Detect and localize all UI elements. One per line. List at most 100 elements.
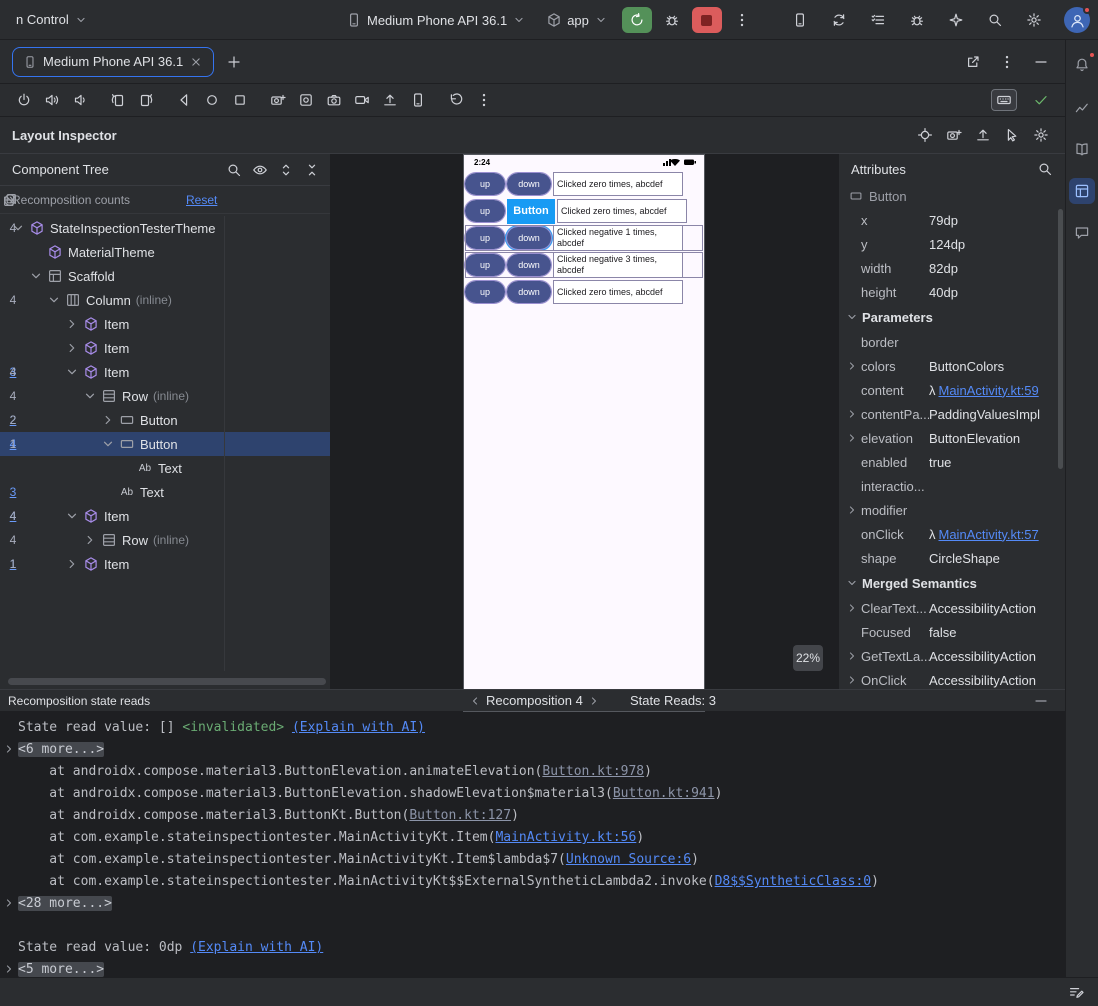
new-tab-button[interactable] — [222, 50, 246, 74]
screen-record-button[interactable] — [294, 88, 318, 112]
disable-counts-button[interactable] — [0, 190, 20, 210]
search-everywhere-button[interactable] — [983, 8, 1007, 32]
next-recomposition-button[interactable] — [587, 694, 601, 708]
up-button[interactable]: up — [464, 199, 506, 223]
console-link[interactable]: Button.kt:127 — [409, 808, 511, 823]
console-link[interactable]: Button.kt:978 — [542, 764, 644, 779]
down-button[interactable]: down — [506, 226, 552, 250]
open-in-window-button[interactable] — [961, 50, 985, 74]
down-button[interactable]: down — [506, 253, 552, 277]
expander-icon[interactable] — [2, 896, 17, 911]
console-link[interactable]: (Explain with AI) — [292, 720, 425, 735]
debug-button[interactable] — [660, 8, 684, 32]
attr-value-link[interactable]: MainActivity.kt:57 — [939, 527, 1039, 542]
android-home-button[interactable] — [200, 88, 224, 112]
tree-horizontal-scrollbar[interactable] — [8, 678, 326, 685]
tree-row[interactable]: Item — [0, 312, 330, 336]
tree-row[interactable]: Column (inline) 4 — [0, 288, 330, 312]
chevron-right-icon[interactable] — [64, 340, 80, 356]
power-button[interactable] — [12, 88, 36, 112]
console-link[interactable]: Unknown Source:6 — [566, 852, 691, 867]
attr-section-header[interactable]: Parameters — [839, 304, 1065, 330]
todo-icon[interactable] — [866, 8, 890, 32]
expander-icon[interactable] — [2, 742, 17, 757]
tree-row[interactable]: StateInspectionTesterTheme 4 — [0, 216, 330, 240]
chevron-down-icon[interactable] — [82, 388, 98, 404]
chevron-right-icon[interactable] — [100, 412, 116, 428]
tree-row[interactable]: Button 2 2 — [0, 408, 330, 432]
chevron-right-icon[interactable] — [64, 556, 80, 572]
down-button[interactable]: down — [506, 172, 552, 196]
up-button[interactable]: up — [464, 253, 506, 277]
device-mirror-icon[interactable] — [788, 8, 812, 32]
inspector-settings-button[interactable] — [1029, 123, 1053, 147]
tree-row[interactable]: Scaffold — [0, 264, 330, 288]
device-screen[interactable]: 2:24 up down Clicked zero times, abcdef up B… — [463, 154, 705, 712]
chevron-right-icon[interactable] — [845, 407, 859, 421]
gemini-icon[interactable] — [944, 8, 968, 32]
expand-all-button[interactable] — [274, 158, 298, 182]
export-snapshot-button[interactable] — [971, 123, 995, 147]
volume-up-button[interactable] — [40, 88, 64, 112]
chevron-down-icon[interactable] — [64, 508, 80, 524]
chevron-right-icon[interactable] — [845, 673, 859, 687]
zoom-level-badge[interactable]: 22% — [793, 645, 824, 671]
collapse-all-button[interactable] — [300, 158, 324, 182]
device-selector[interactable]: Medium Phone API 36.1 — [340, 6, 532, 34]
settings-button[interactable] — [1022, 8, 1046, 32]
rotate-right-button[interactable] — [134, 88, 158, 112]
search-attributes-button[interactable] — [1033, 157, 1057, 181]
prev-recomposition-button[interactable] — [468, 694, 482, 708]
tree-row[interactable]: Item 3 4 — [0, 360, 330, 384]
rerun-button[interactable] — [621, 7, 652, 33]
event-log-button[interactable] — [1064, 980, 1088, 1004]
android-back-button[interactable] — [172, 88, 196, 112]
view-options-button[interactable] — [248, 158, 272, 182]
tree-row[interactable]: Item 1 1 — [0, 552, 330, 576]
recomposition-count[interactable]: 3 — [0, 485, 26, 499]
reset-button[interactable] — [444, 88, 468, 112]
layout-inspector-button[interactable] — [1069, 178, 1095, 204]
stop-button[interactable] — [691, 7, 722, 33]
attr-value-link[interactable]: MainActivity.kt:59 — [939, 383, 1039, 398]
android-overview-button[interactable] — [228, 88, 252, 112]
tree-row[interactable]: Item 4 4 — [0, 504, 330, 528]
selected-node-overlay[interactable]: Button — [507, 198, 555, 224]
tree-row[interactable]: MaterialTheme — [0, 240, 330, 264]
more-run-actions-button[interactable] — [730, 8, 754, 32]
up-button[interactable]: up — [464, 226, 506, 250]
snapshot-button[interactable] — [942, 123, 966, 147]
rotate-left-button[interactable] — [106, 88, 130, 112]
up-button[interactable]: up — [464, 172, 506, 196]
share-button[interactable] — [378, 88, 402, 112]
up-button[interactable]: up — [464, 280, 506, 304]
video-capture-button[interactable] — [350, 88, 374, 112]
user-avatar[interactable] — [1064, 6, 1091, 33]
resource-manager-button[interactable] — [1069, 136, 1095, 162]
console-link[interactable]: Button.kt:941 — [613, 786, 715, 801]
tab-medium-phone[interactable]: Medium Phone API 36.1 — [12, 46, 215, 77]
chevron-down-icon[interactable] — [28, 268, 44, 284]
chevron-down-icon[interactable] — [64, 364, 80, 380]
chevron-right-icon[interactable] — [82, 532, 98, 548]
profiler-button[interactable] — [1069, 94, 1095, 120]
hardware-input-button[interactable] — [991, 89, 1017, 111]
search-tree-button[interactable] — [222, 158, 246, 182]
run-configuration[interactable]: app — [540, 6, 614, 34]
notifications-button[interactable] — [1069, 51, 1096, 78]
screenshot-button[interactable] — [266, 88, 290, 112]
device-settings-button[interactable] — [406, 88, 430, 112]
tree-row[interactable]: Item — [0, 336, 330, 360]
app-insights-icon[interactable] — [905, 8, 929, 32]
chevron-right-icon[interactable] — [845, 359, 859, 373]
tree-row[interactable]: Button 4 1 — [0, 432, 330, 456]
attributes-scrollbar[interactable] — [1058, 209, 1063, 469]
device-ready-icon[interactable] — [1029, 88, 1053, 112]
close-tab-icon[interactable] — [189, 55, 203, 69]
chevron-down-icon[interactable] — [100, 436, 116, 452]
sync-project-icon[interactable] — [827, 8, 851, 32]
console-link[interactable]: D8$$SyntheticClass:0 — [715, 874, 872, 889]
vcs-widget[interactable]: n Control — [10, 6, 94, 34]
camera-button[interactable] — [322, 88, 346, 112]
chevron-right-icon[interactable] — [64, 316, 80, 332]
